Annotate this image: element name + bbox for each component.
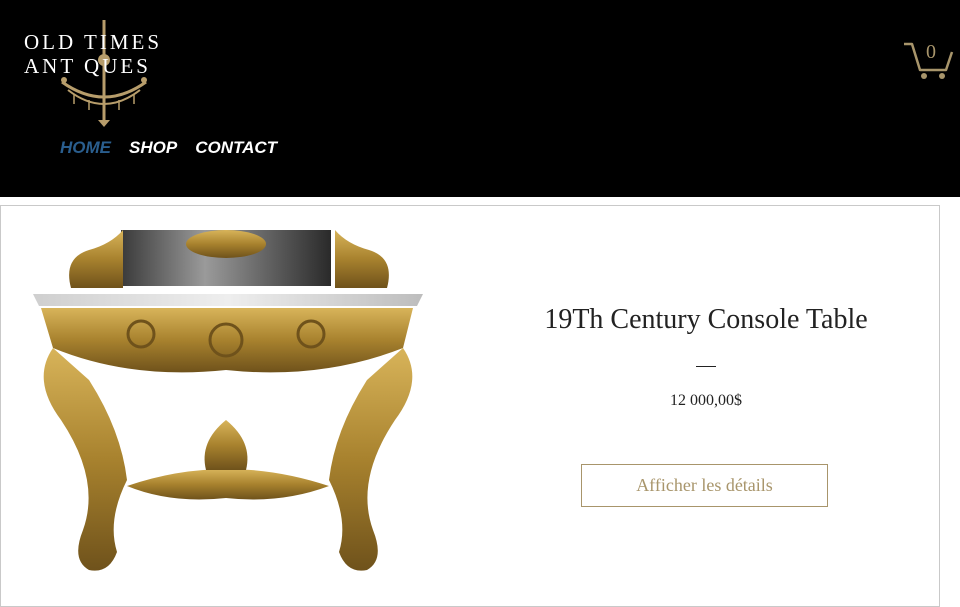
cart-button[interactable]: 0 [902, 40, 954, 84]
logo-text-line1: OLD TIMES [24, 30, 163, 54]
product-card: 19Th Century Console Table 12 000,00$ Af… [0, 205, 940, 607]
cart-count: 0 [926, 41, 936, 63]
logo[interactable]: OLD TIMES ANT QUES [24, 18, 204, 128]
site-header: OLD TIMES ANT QUES HOME SHOP CONTACT 0 [0, 0, 960, 197]
product-price: 12 000,00$ [670, 392, 742, 409]
product-title[interactable]: 19Th Century Console Table [476, 304, 936, 336]
console-table-image [33, 230, 423, 571]
title-divider [696, 366, 716, 367]
product-image[interactable] [31, 230, 427, 578]
view-details-button[interactable]: Afficher les détails [581, 464, 828, 507]
main-nav: HOME SHOP CONTACT [60, 138, 277, 158]
nav-shop[interactable]: SHOP [129, 138, 177, 158]
logo-text-line2: ANT QUES [24, 54, 151, 78]
nav-home[interactable]: HOME [60, 138, 111, 158]
nav-contact[interactable]: CONTACT [195, 138, 277, 158]
